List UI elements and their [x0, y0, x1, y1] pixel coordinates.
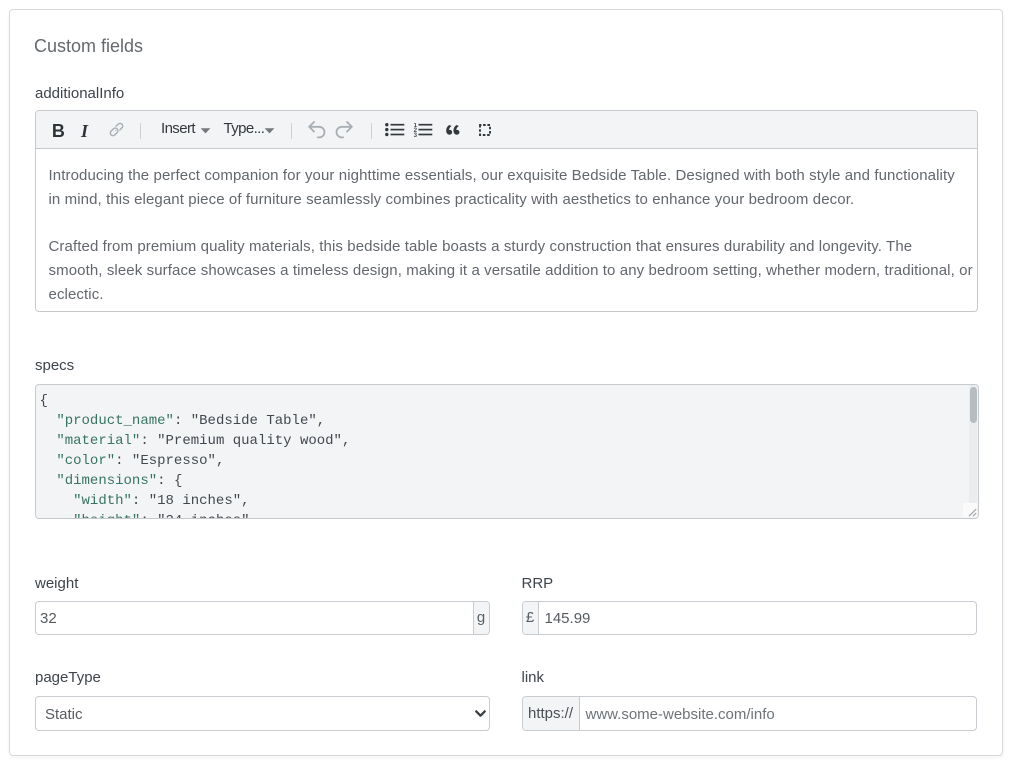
svg-text:3: 3: [414, 132, 418, 138]
